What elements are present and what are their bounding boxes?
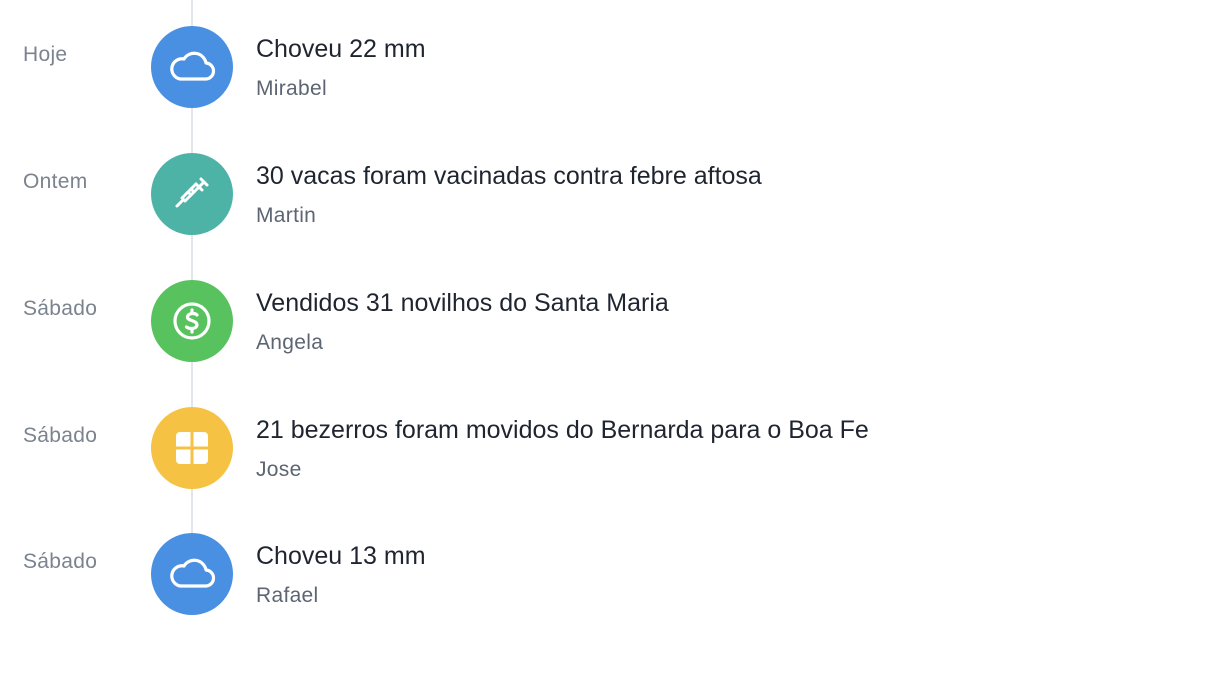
timeline-event[interactable]: Sábado Choveu 13 mm Rafael	[0, 533, 1216, 623]
event-author: Jose	[256, 458, 302, 481]
event-author: Mirabel	[256, 77, 327, 100]
activity-timeline: Hoje Choveu 22 mm Mirabel Ontem 30 vacas…	[0, 0, 1216, 682]
event-date: Sábado	[23, 424, 98, 447]
timeline-event[interactable]: Sábado Vendidos 31 novilhos do Santa Mar…	[0, 280, 1216, 370]
syringe-icon	[151, 153, 233, 235]
timeline-event[interactable]: Sábado 21 bezerros foram movidos do Bern…	[0, 407, 1216, 497]
cloud-icon	[151, 533, 233, 615]
event-author: Angela	[256, 331, 324, 354]
event-title: 30 vacas foram vacinadas contra febre af…	[256, 162, 762, 190]
event-date: Sábado	[23, 297, 98, 320]
event-title: Vendidos 31 novilhos do Santa Maria	[256, 289, 669, 317]
timeline-event[interactable]: Ontem 30 vacas foram vacinadas contra fe…	[0, 153, 1216, 243]
event-author: Martin	[256, 204, 317, 227]
cloud-icon	[151, 26, 233, 108]
event-date: Hoje	[23, 43, 68, 66]
event-date: Ontem	[23, 170, 88, 193]
grid-icon	[151, 407, 233, 489]
timeline-event[interactable]: Hoje Choveu 22 mm Mirabel	[0, 26, 1216, 116]
event-author: Rafael	[256, 584, 319, 607]
event-title: 21 bezerros foram movidos do Bernarda pa…	[256, 416, 869, 444]
event-title: Choveu 13 mm	[256, 542, 426, 570]
dollar-icon	[151, 280, 233, 362]
event-date: Sábado	[23, 550, 98, 573]
event-title: Choveu 22 mm	[256, 35, 426, 63]
